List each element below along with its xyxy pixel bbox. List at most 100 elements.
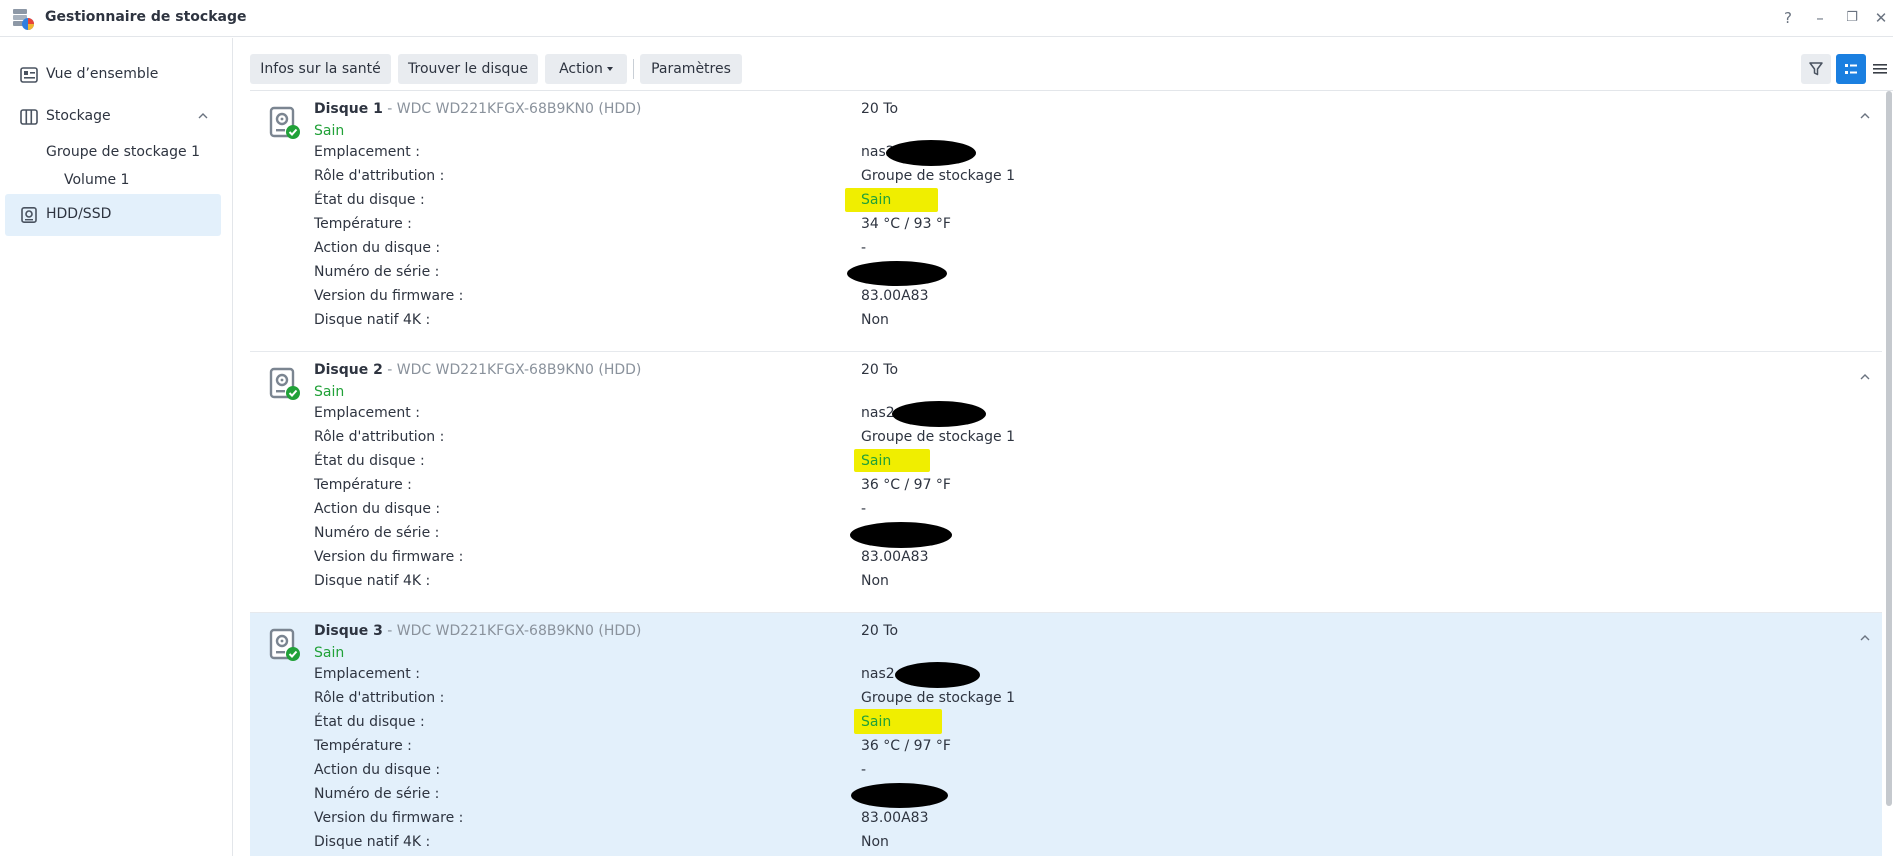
hdd-healthy-icon (269, 628, 300, 661)
disk-model: - WDC WD221KFGX-68B9KN0 (HDD) (382, 362, 642, 378)
state-value: Sain (861, 192, 892, 208)
firmware-label: Version du firmware : (314, 810, 464, 826)
storage-manager-app-icon (13, 9, 34, 30)
disk-title: Disque 1 - WDC WD221KFGX-68B9KN0 (HDD) (314, 101, 641, 117)
disk-size: 20 To (861, 101, 899, 117)
highlight-mark (845, 188, 938, 212)
disk-title: Disque 3 - WDC WD221KFGX-68B9KN0 (HDD) (314, 623, 641, 639)
location-label: Emplacement : (314, 144, 420, 160)
redaction-mark (892, 401, 986, 427)
health-info-button[interactable]: Infos sur la santé (250, 54, 391, 84)
disk-action-label: Action du disque : (314, 240, 441, 256)
firmware-value: 83.00A83 (861, 549, 929, 565)
firmware-value: 83.00A83 (861, 288, 929, 304)
temperature-label: Température : (314, 477, 412, 493)
settings-button[interactable]: Paramètres (640, 54, 742, 84)
disk-status: Sain (314, 384, 345, 400)
collapse-chevron-icon[interactable] (1858, 633, 1872, 643)
disk-model: - WDC WD221KFGX-68B9KN0 (HDD) (382, 623, 642, 639)
temperature-value: 36 °C / 97 °F (861, 738, 951, 754)
collapse-chevron-icon[interactable] (1858, 372, 1872, 382)
sidebar-item-label: HDD/SSD (46, 206, 112, 222)
disk-name: Disque 2 (314, 362, 383, 378)
role-label: Rôle d'attribution : (314, 429, 445, 445)
native4k-value: Non (861, 834, 889, 850)
temperature-label: Température : (314, 216, 412, 232)
vertical-scrollbar[interactable] (1886, 91, 1892, 806)
disk-status: Sain (314, 123, 345, 139)
role-label: Rôle d'attribution : (314, 168, 445, 184)
sidebar: Vue d’ensemble Stockage Groupe de stocka… (0, 38, 233, 856)
location-label: Emplacement : (314, 666, 420, 682)
sidebar-item-label: Vue d’ensemble (46, 66, 159, 82)
location-value: nas2 (861, 405, 895, 421)
serial-label: Numéro de série : (314, 786, 440, 802)
role-value: Groupe de stockage 1 (861, 168, 1015, 184)
minimize-icon[interactable]: – (1810, 8, 1830, 28)
state-label: État du disque : (314, 714, 425, 730)
state-label: État du disque : (314, 192, 425, 208)
disk-card-3[interactable]: Disque 3 - WDC WD221KFGX-68B9KN0 (HDD) S… (250, 613, 1882, 856)
disk-name: Disque 3 (314, 623, 383, 639)
firmware-label: Version du firmware : (314, 288, 464, 304)
sidebar-item-volume[interactable]: Volume 1 (64, 172, 129, 188)
compact-view-button[interactable] (1868, 54, 1892, 84)
temperature-value: 36 °C / 97 °F (861, 477, 951, 493)
storage-icon (20, 109, 38, 125)
chevron-up-icon[interactable] (197, 110, 209, 122)
hdd-icon (21, 207, 37, 223)
state-value: Sain (861, 714, 892, 730)
filter-button[interactable] (1801, 54, 1831, 84)
sidebar-item-overview[interactable]: Vue d’ensemble (5, 54, 221, 96)
temperature-label: Température : (314, 738, 412, 754)
role-value: Groupe de stockage 1 (861, 690, 1015, 706)
title-bar: Gestionnaire de stockage ? – ❐ ✕ (0, 0, 1893, 37)
toolbar-divider (633, 59, 634, 79)
disk-action-value: - (861, 501, 867, 517)
firmware-value: 83.00A83 (861, 810, 929, 826)
collapse-chevron-icon[interactable] (1858, 111, 1872, 121)
redaction-mark (847, 261, 947, 286)
sidebar-item-storage-group[interactable]: Groupe de stockage 1 (46, 144, 200, 160)
role-value: Groupe de stockage 1 (861, 429, 1015, 445)
native4k-value: Non (861, 312, 889, 328)
serial-label: Numéro de série : (314, 525, 440, 541)
disk-list: Disque 1 - WDC WD221KFGX-68B9KN0 (HDD) S… (250, 90, 1893, 856)
location-value: nas2- (861, 666, 900, 682)
native4k-label: Disque natif 4K : (314, 834, 431, 850)
close-icon[interactable]: ✕ (1871, 8, 1891, 28)
disk-action-value: - (861, 240, 867, 256)
location-label: Emplacement : (314, 405, 420, 421)
firmware-label: Version du firmware : (314, 549, 464, 565)
redaction-mark (886, 140, 976, 166)
sidebar-item-storage[interactable]: Stockage (5, 96, 221, 138)
redaction-mark (851, 783, 948, 808)
menu-lines-icon (1873, 64, 1887, 74)
disk-model: - WDC WD221KFGX-68B9KN0 (HDD) (382, 101, 642, 117)
action-button-label: Action (559, 61, 603, 77)
disk-card-2[interactable]: Disque 2 - WDC WD221KFGX-68B9KN0 (HDD) S… (250, 352, 1882, 613)
disk-action-label: Action du disque : (314, 762, 441, 778)
disk-size: 20 To (861, 623, 899, 639)
disk-action-label: Action du disque : (314, 501, 441, 517)
sidebar-item-hdd-ssd[interactable]: HDD/SSD (5, 194, 221, 236)
disk-size: 20 To (861, 362, 899, 378)
native4k-label: Disque natif 4K : (314, 312, 431, 328)
temperature-value: 34 °C / 93 °F (861, 216, 951, 232)
state-value: Sain (861, 453, 892, 469)
disk-card-1[interactable]: Disque 1 - WDC WD221KFGX-68B9KN0 (HDD) S… (250, 91, 1882, 352)
disk-title: Disque 2 - WDC WD221KFGX-68B9KN0 (HDD) (314, 362, 641, 378)
state-label: État du disque : (314, 453, 425, 469)
role-label: Rôle d'attribution : (314, 690, 445, 706)
caret-down-icon (606, 67, 613, 71)
restore-icon[interactable]: ❐ (1842, 8, 1862, 28)
list-view-button[interactable] (1836, 54, 1866, 84)
native4k-value: Non (861, 573, 889, 589)
disk-action-value: - (861, 762, 867, 778)
action-dropdown-button[interactable]: Action (545, 54, 627, 84)
redaction-mark (895, 662, 980, 688)
detail-list-icon (1845, 64, 1857, 74)
help-icon[interactable]: ? (1778, 8, 1798, 28)
overview-icon (20, 67, 38, 83)
find-disk-button[interactable]: Trouver le disque (398, 54, 538, 84)
